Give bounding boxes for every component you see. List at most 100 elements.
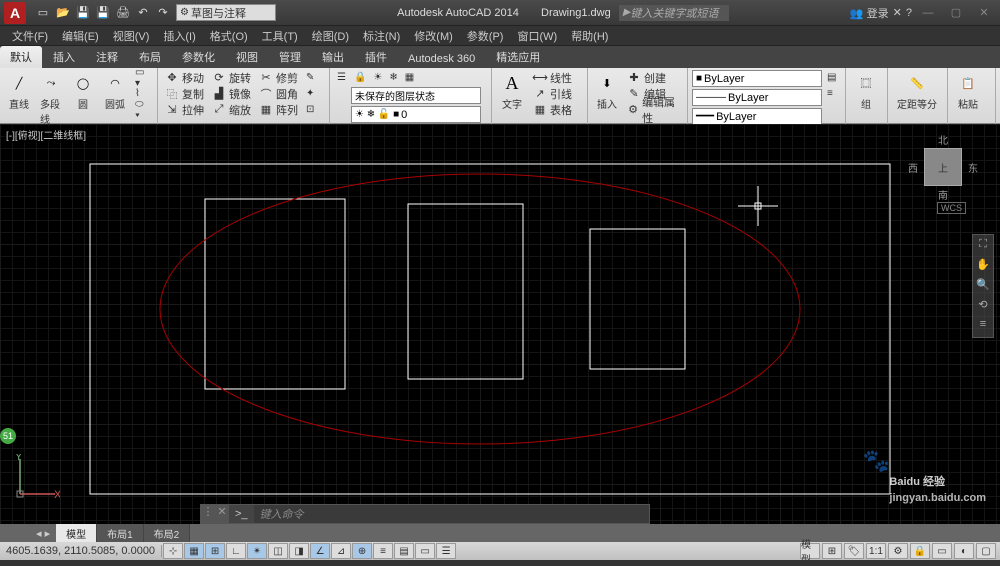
rotate-button[interactable]: ⟳旋转 <box>209 70 254 85</box>
wcs-label[interactable]: WCS <box>937 202 966 214</box>
sb-sc[interactable]: ☰ <box>436 543 456 559</box>
tab-layout[interactable]: 布局 <box>129 46 171 68</box>
user-icon[interactable]: 👥 登录 <box>850 5 889 21</box>
menu-param[interactable]: 参数(P) <box>461 26 510 46</box>
tab-output[interactable]: 输出 <box>312 46 354 68</box>
move-button[interactable]: ✥移动 <box>162 70 207 85</box>
color-combo[interactable]: ■ ByLayer <box>692 70 822 87</box>
tab-view[interactable]: 视图 <box>226 46 268 68</box>
tab-home[interactable]: 默认 <box>0 46 42 68</box>
sb-grid[interactable]: ⊞ <box>205 543 225 559</box>
tab-annotate[interactable]: 注释 <box>86 46 128 68</box>
coords-readout[interactable]: 4605.1639, 2110.5085, 0.0000 <box>0 545 162 557</box>
sb-ws[interactable]: ⚙ <box>888 543 908 559</box>
sb-scale[interactable]: 1:1 <box>866 543 886 559</box>
create-block-button[interactable]: ✚创建 <box>624 70 683 85</box>
sb-lwt[interactable]: ≡ <box>373 543 393 559</box>
trim-button[interactable]: ✂修剪 <box>256 70 301 85</box>
menu-tools[interactable]: 工具(T) <box>256 26 304 46</box>
drawing-canvas[interactable]: [-][俯视][二维线框] 51 Y X 北 南 西 东 上 WCS ⛶✋🔍⟲≡… <box>0 124 1000 524</box>
sb-ducs[interactable]: ⊿ <box>331 543 351 559</box>
rect-icon[interactable]: ▭ ▾ <box>132 70 153 85</box>
workspace-selector[interactable]: ⚙ 草图与注释 <box>176 4 276 21</box>
help-icon[interactable]: ? <box>906 7 912 19</box>
sb-dyn[interactable]: ⊕ <box>352 543 372 559</box>
table-button[interactable]: ▦表格 <box>530 102 575 117</box>
app-icon[interactable]: A <box>4 2 26 24</box>
menu-file[interactable]: 文件(F) <box>6 26 54 46</box>
menu-draw[interactable]: 绘图(D) <box>306 26 355 46</box>
tab-layout1[interactable]: 布局1 <box>97 524 144 543</box>
stretch-button[interactable]: ⇲拉伸 <box>162 102 207 117</box>
menu-help[interactable]: 帮助(H) <box>565 26 614 46</box>
tab-plugins[interactable]: 插件 <box>355 46 397 68</box>
sb-3dosnap[interactable]: ◨ <box>289 543 309 559</box>
arc-button[interactable]: ◠圆弧 <box>100 70 130 113</box>
tab-manage[interactable]: 管理 <box>269 46 311 68</box>
sb-osnap[interactable]: ◫ <box>268 543 288 559</box>
sb-lock[interactable]: 🔒 <box>910 543 930 559</box>
leader-button[interactable]: ↗引线 <box>530 86 575 101</box>
list-icon[interactable]: ≡ <box>824 86 839 101</box>
sb-clean[interactable]: ▢ <box>976 543 996 559</box>
minimize-button[interactable]: — <box>916 5 940 21</box>
layerprop-icon[interactable]: ☰ <box>334 70 349 85</box>
sb-qp[interactable]: ▭ <box>415 543 435 559</box>
command-line[interactable]: ⋮ ✕ >_ 键入命令 <box>200 504 650 524</box>
sb-polar[interactable]: ✴ <box>247 543 267 559</box>
copy-button[interactable]: ⿻复制 <box>162 86 207 101</box>
tab-layout2[interactable]: 布局2 <box>144 524 191 543</box>
undo-icon[interactable]: ↶ <box>134 4 152 22</box>
plot-icon[interactable]: 🖨 <box>114 4 132 22</box>
menu-view[interactable]: 视图(V) <box>107 26 156 46</box>
linetype-combo[interactable]: ——— ByLayer <box>692 89 822 106</box>
sb-snap[interactable]: ▦ <box>184 543 204 559</box>
tab-model[interactable]: 模型 <box>56 524 97 543</box>
redo-icon[interactable]: ↷ <box>154 4 172 22</box>
sb-otrack[interactable]: ∠ <box>310 543 330 559</box>
measure-button[interactable]: 📏定距等分 <box>892 70 942 113</box>
explode-icon[interactable]: ✦ <box>303 86 317 101</box>
layer-icon[interactable]: ❄ <box>386 70 400 85</box>
cmd-input[interactable]: 键入命令 <box>254 506 649 522</box>
saveas-icon[interactable]: 💾 <box>94 4 112 22</box>
edit-attr-button[interactable]: ⚙编辑属性 <box>624 102 683 117</box>
save-icon[interactable]: 💾 <box>74 4 92 22</box>
layer-icon[interactable]: ▦ <box>402 70 417 85</box>
offset-icon[interactable]: ⊡ <box>303 102 317 117</box>
sb-hw[interactable]: ▭ <box>932 543 952 559</box>
tab-insert[interactable]: 插入 <box>43 46 85 68</box>
new-icon[interactable]: ▭ <box>34 4 52 22</box>
sb-model[interactable]: 模型 <box>800 543 820 559</box>
cmd-handle-icon[interactable]: ⋮ <box>201 505 215 523</box>
ellipse-icon[interactable]: ⬭ ▾ <box>132 102 153 117</box>
menu-window[interactable]: 窗口(W) <box>511 26 563 46</box>
fillet-button[interactable]: ⌒圆角 <box>256 86 301 101</box>
group-button[interactable]: ⿴组 <box>850 70 882 113</box>
open-icon[interactable]: 📂 <box>54 4 72 22</box>
tab-featured[interactable]: 精选应用 <box>486 46 550 68</box>
tab-a360[interactable]: Autodesk 360 <box>398 50 485 68</box>
layerstate-combo[interactable]: 未保存的图层状态 <box>351 87 481 104</box>
tab-parametric[interactable]: 参数化 <box>172 46 225 68</box>
menu-format[interactable]: 格式(O) <box>204 26 254 46</box>
polyline-button[interactable]: ⤳多段线 <box>36 70 66 128</box>
menu-insert[interactable]: 插入(I) <box>157 26 201 46</box>
sb-annoscale[interactable]: 🏷 <box>844 543 864 559</box>
menu-modify[interactable]: 修改(M) <box>408 26 459 46</box>
sb-tpy[interactable]: ▤ <box>394 543 414 559</box>
exchange-icon[interactable]: ✕ <box>893 6 902 19</box>
lineweight-combo[interactable]: ━━━ ByLayer <box>692 108 822 125</box>
linear-dim-button[interactable]: ⟷线性 <box>530 70 575 85</box>
close-button[interactable]: ✕ <box>972 5 996 21</box>
cmd-close-icon[interactable]: ✕ <box>215 505 229 523</box>
mirror-button[interactable]: ▟镜像 <box>209 86 254 101</box>
tab-nav-icon[interactable]: ◂ ▸ <box>30 527 56 540</box>
sb-grid2[interactable]: ⊞ <box>822 543 842 559</box>
match-prop-icon[interactable]: ▤ <box>824 70 839 85</box>
paste-button[interactable]: 📋粘贴 <box>952 70 984 113</box>
circle-button[interactable]: ◯圆 <box>68 70 98 113</box>
layer-icon[interactable]: ☀ <box>370 70 385 85</box>
erase-icon[interactable]: ✎ <box>303 70 317 85</box>
sb-infer[interactable]: ⊹ <box>163 543 183 559</box>
